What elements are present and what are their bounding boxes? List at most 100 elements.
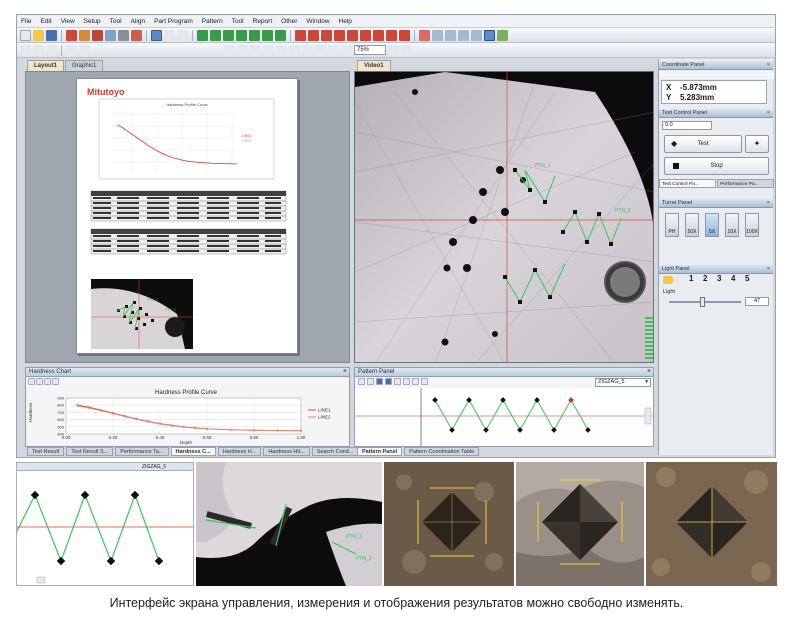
- light-preset-1[interactable]: 1: [689, 274, 693, 283]
- menu-report[interactable]: Report: [253, 18, 273, 25]
- pattern-circle-icon[interactable]: [262, 29, 273, 41]
- mark-8-icon[interactable]: [386, 29, 397, 41]
- tab-pattern-panel[interactable]: Pattern Panel: [357, 447, 403, 456]
- test-value-field[interactable]: 0.0: [662, 121, 712, 130]
- redo-icon[interactable]: [237, 44, 248, 56]
- paste-icon[interactable]: [263, 44, 274, 56]
- zoom-out-icon[interactable]: [328, 44, 339, 56]
- menu-tool[interactable]: Tool: [110, 18, 122, 25]
- pattern-grid-icon[interactable]: [223, 29, 234, 41]
- tab-layout1[interactable]: Layout1: [27, 60, 65, 71]
- view-3-icon[interactable]: [445, 29, 456, 41]
- align-center-icon[interactable]: [289, 44, 300, 56]
- tab-performance[interactable]: Performance Pa...: [717, 179, 774, 188]
- pointer-icon[interactable]: [151, 29, 162, 41]
- line-icon[interactable]: [164, 29, 175, 41]
- tab-pattern-coordination[interactable]: Pattern Coordination Table: [404, 447, 480, 456]
- pattern-tool-icon[interactable]: [367, 378, 374, 385]
- program-icon[interactable]: [79, 29, 90, 41]
- stage-icon[interactable]: [105, 29, 116, 41]
- grid-icon[interactable]: [33, 44, 44, 56]
- view-5-icon[interactable]: [471, 29, 482, 41]
- zoom-level-field[interactable]: 75%: [354, 45, 386, 55]
- menu-tool-2[interactable]: Tool: [232, 18, 244, 25]
- pattern-tool-icon[interactable]: [358, 378, 365, 385]
- tool-icon[interactable]: [118, 29, 129, 41]
- view-4-icon[interactable]: [458, 29, 469, 41]
- chart-icon[interactable]: [66, 44, 77, 56]
- measure-icon[interactable]: [66, 29, 77, 41]
- menu-view[interactable]: View: [61, 18, 75, 25]
- pattern-tool-icon[interactable]: [394, 378, 401, 385]
- menu-window[interactable]: Window: [306, 18, 329, 25]
- mark-9-icon[interactable]: [399, 29, 410, 41]
- turret-slot-5x[interactable]: 5X: [705, 213, 719, 237]
- more-icon[interactable]: [401, 44, 412, 56]
- mark-4-icon[interactable]: [334, 29, 345, 41]
- chart-tool-icon[interactable]: [52, 378, 59, 385]
- view-1-icon[interactable]: [419, 29, 430, 41]
- tab-hardness-h[interactable]: Hardness H...: [217, 447, 262, 456]
- close-icon[interactable]: ×: [767, 109, 770, 118]
- open-icon[interactable]: [33, 29, 44, 41]
- pattern-free-icon[interactable]: [249, 29, 260, 41]
- undo-icon[interactable]: [224, 44, 235, 56]
- pattern-tool-icon[interactable]: [385, 378, 392, 385]
- close-icon[interactable]: ×: [647, 368, 651, 376]
- tab-test-result-s[interactable]: Test Result S...: [66, 447, 114, 456]
- menu-edit[interactable]: Edit: [40, 18, 51, 25]
- chart-tool-icon[interactable]: [36, 378, 43, 385]
- pattern-tool-icon[interactable]: [421, 378, 428, 385]
- menu-file[interactable]: File: [21, 18, 31, 25]
- pattern-step-icon[interactable]: [236, 29, 247, 41]
- tab-graphic1[interactable]: Graphic1: [65, 60, 104, 71]
- pattern-dropdown[interactable]: ZIGZAG_5 ▾: [595, 378, 651, 387]
- pattern-point-icon[interactable]: [275, 29, 286, 41]
- stop-button[interactable]: Stop: [664, 157, 769, 175]
- pattern-line-icon[interactable]: [197, 29, 208, 41]
- menu-part-program[interactable]: Part Program: [154, 18, 193, 25]
- mark-2-icon[interactable]: [308, 29, 319, 41]
- mark-1-icon[interactable]: [295, 29, 306, 41]
- close-icon[interactable]: ×: [767, 61, 770, 70]
- test-option-button[interactable]: ✦: [745, 135, 769, 153]
- tab-video1[interactable]: Video1: [357, 60, 391, 71]
- new-icon[interactable]: [20, 29, 31, 41]
- light-preset-2[interactable]: 2: [703, 274, 707, 283]
- save-icon[interactable]: [46, 29, 57, 41]
- tab-performance-table[interactable]: Performance Ta...: [115, 447, 169, 456]
- chart-tool-icon[interactable]: [44, 378, 51, 385]
- settings-icon[interactable]: [388, 44, 399, 56]
- tab-search-cond[interactable]: Search Cond...: [311, 447, 359, 456]
- layout-icon[interactable]: [484, 29, 495, 41]
- arrow-icon[interactable]: [177, 29, 188, 41]
- menu-align[interactable]: Align: [131, 18, 145, 25]
- pattern-tool-icon[interactable]: [376, 378, 383, 385]
- pattern-tool-icon[interactable]: [412, 378, 419, 385]
- tab-test-result[interactable]: Test Result: [27, 447, 65, 456]
- run-icon[interactable]: [92, 29, 103, 41]
- video-view[interactable]: PTN_1 PTN_2: [354, 71, 654, 363]
- close-icon[interactable]: ×: [767, 265, 770, 274]
- window-icon[interactable]: [497, 29, 508, 41]
- light-preset-3[interactable]: 3: [717, 274, 721, 283]
- tab-test-control[interactable]: Test Control Pa...: [659, 179, 716, 188]
- tab-hardness-hit[interactable]: Hardness Hit...: [263, 447, 310, 456]
- light-value-field[interactable]: 47: [745, 297, 769, 306]
- turret-slot-10x[interactable]: 10X: [725, 213, 739, 237]
- mark-5-icon[interactable]: [347, 29, 358, 41]
- menu-help[interactable]: Help: [339, 18, 352, 25]
- zoom-fit-icon[interactable]: [341, 44, 352, 56]
- print-icon[interactable]: [46, 44, 57, 56]
- menu-other[interactable]: Other: [281, 18, 297, 25]
- light-slider-thumb[interactable]: [700, 297, 706, 307]
- table-icon[interactable]: [79, 44, 90, 56]
- menu-setup[interactable]: Setup: [84, 18, 101, 25]
- light-slider-track[interactable]: [669, 297, 741, 307]
- tab-hardness-chart[interactable]: Hardness C...: [170, 447, 216, 456]
- pattern-tool-icon[interactable]: [403, 378, 410, 385]
- mark-6-icon[interactable]: [360, 29, 371, 41]
- stop-icon[interactable]: [131, 29, 142, 41]
- light-preset-4[interactable]: 4: [731, 274, 735, 283]
- cut-icon[interactable]: [250, 44, 261, 56]
